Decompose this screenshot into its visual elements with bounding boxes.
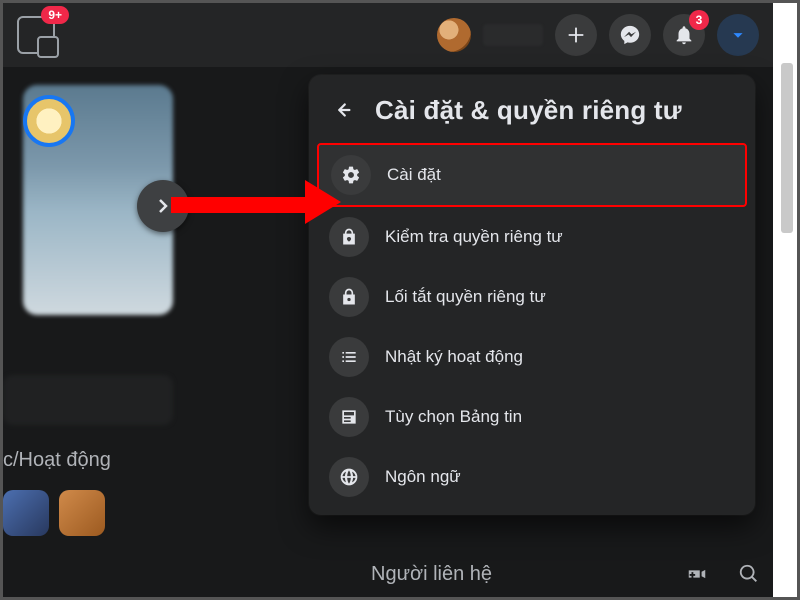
menu-item-label: Cài đặt bbox=[387, 165, 441, 185]
lock-icon bbox=[339, 287, 359, 307]
thumbnail-2[interactable] bbox=[59, 490, 105, 536]
video-plus-icon bbox=[686, 563, 708, 585]
create-button[interactable] bbox=[555, 14, 597, 56]
story-avatar bbox=[23, 95, 75, 147]
scrollbar-thumb[interactable] bbox=[781, 63, 793, 233]
menu-item-settings[interactable]: Cài đặt bbox=[317, 143, 747, 207]
watch-badge: 9+ bbox=[41, 6, 69, 24]
sidebar-card-blurred bbox=[3, 375, 173, 425]
notifications-badge: 3 bbox=[689, 10, 709, 30]
gear-icon bbox=[341, 165, 361, 185]
globe-icon bbox=[339, 467, 359, 487]
sidebar-thumbnails bbox=[3, 490, 203, 536]
new-room-button[interactable] bbox=[682, 559, 712, 589]
top-bar: 9+ 3 bbox=[3, 3, 773, 67]
search-icon bbox=[738, 563, 760, 585]
contacts-label: Người liên hệ bbox=[371, 563, 492, 586]
account-menu-button[interactable] bbox=[717, 14, 759, 56]
arrow-right-icon bbox=[151, 194, 175, 218]
watch-tab[interactable]: 9+ bbox=[17, 16, 55, 54]
lock-heart-icon bbox=[339, 227, 359, 247]
search-contacts-button[interactable] bbox=[734, 559, 764, 589]
menu-item-label: Nhật ký hoạt động bbox=[385, 347, 523, 367]
profile-avatar[interactable] bbox=[437, 18, 471, 52]
dropdown-title: Cài đặt & quyền riêng tư bbox=[375, 95, 682, 126]
profile-name-blurred[interactable] bbox=[483, 24, 543, 46]
messenger-icon bbox=[619, 24, 641, 46]
sidebar-label-activity: c/Hoạt động bbox=[3, 449, 203, 472]
menu-item-label: Lối tắt quyền riêng tư bbox=[385, 287, 546, 307]
back-button[interactable] bbox=[323, 91, 361, 129]
feed-icon bbox=[339, 407, 359, 427]
plus-icon bbox=[565, 24, 587, 46]
menu-item-feed-preferences[interactable]: Tùy chọn Bảng tin bbox=[317, 387, 747, 447]
stories-next-button[interactable] bbox=[137, 180, 189, 232]
menu-item-activity-log[interactable]: Nhật ký hoạt động bbox=[317, 327, 747, 387]
menu-item-label: Kiểm tra quyền riêng tư bbox=[385, 227, 563, 247]
messenger-button[interactable] bbox=[609, 14, 651, 56]
menu-item-label: Tùy chọn Bảng tin bbox=[385, 407, 522, 427]
stories-column: c/Hoạt động bbox=[3, 67, 203, 597]
thumbnail-1[interactable] bbox=[3, 490, 49, 536]
settings-privacy-dropdown: Cài đặt & quyền riêng tư Cài đặt Kiểm tr… bbox=[309, 75, 755, 515]
menu-item-privacy-shortcuts[interactable]: Lối tắt quyền riêng tư bbox=[317, 267, 747, 327]
caret-down-icon bbox=[727, 24, 749, 46]
menu-item-language[interactable]: Ngôn ngữ bbox=[317, 447, 747, 507]
arrow-left-icon bbox=[331, 99, 353, 121]
menu-item-label: Ngôn ngữ bbox=[385, 467, 461, 487]
notifications-button[interactable]: 3 bbox=[663, 14, 705, 56]
list-icon bbox=[339, 347, 359, 367]
menu-item-privacy-checkup[interactable]: Kiểm tra quyền riêng tư bbox=[317, 207, 747, 267]
browser-scrollbar[interactable] bbox=[773, 3, 797, 597]
contacts-header: Người liên hệ bbox=[343, 551, 773, 597]
